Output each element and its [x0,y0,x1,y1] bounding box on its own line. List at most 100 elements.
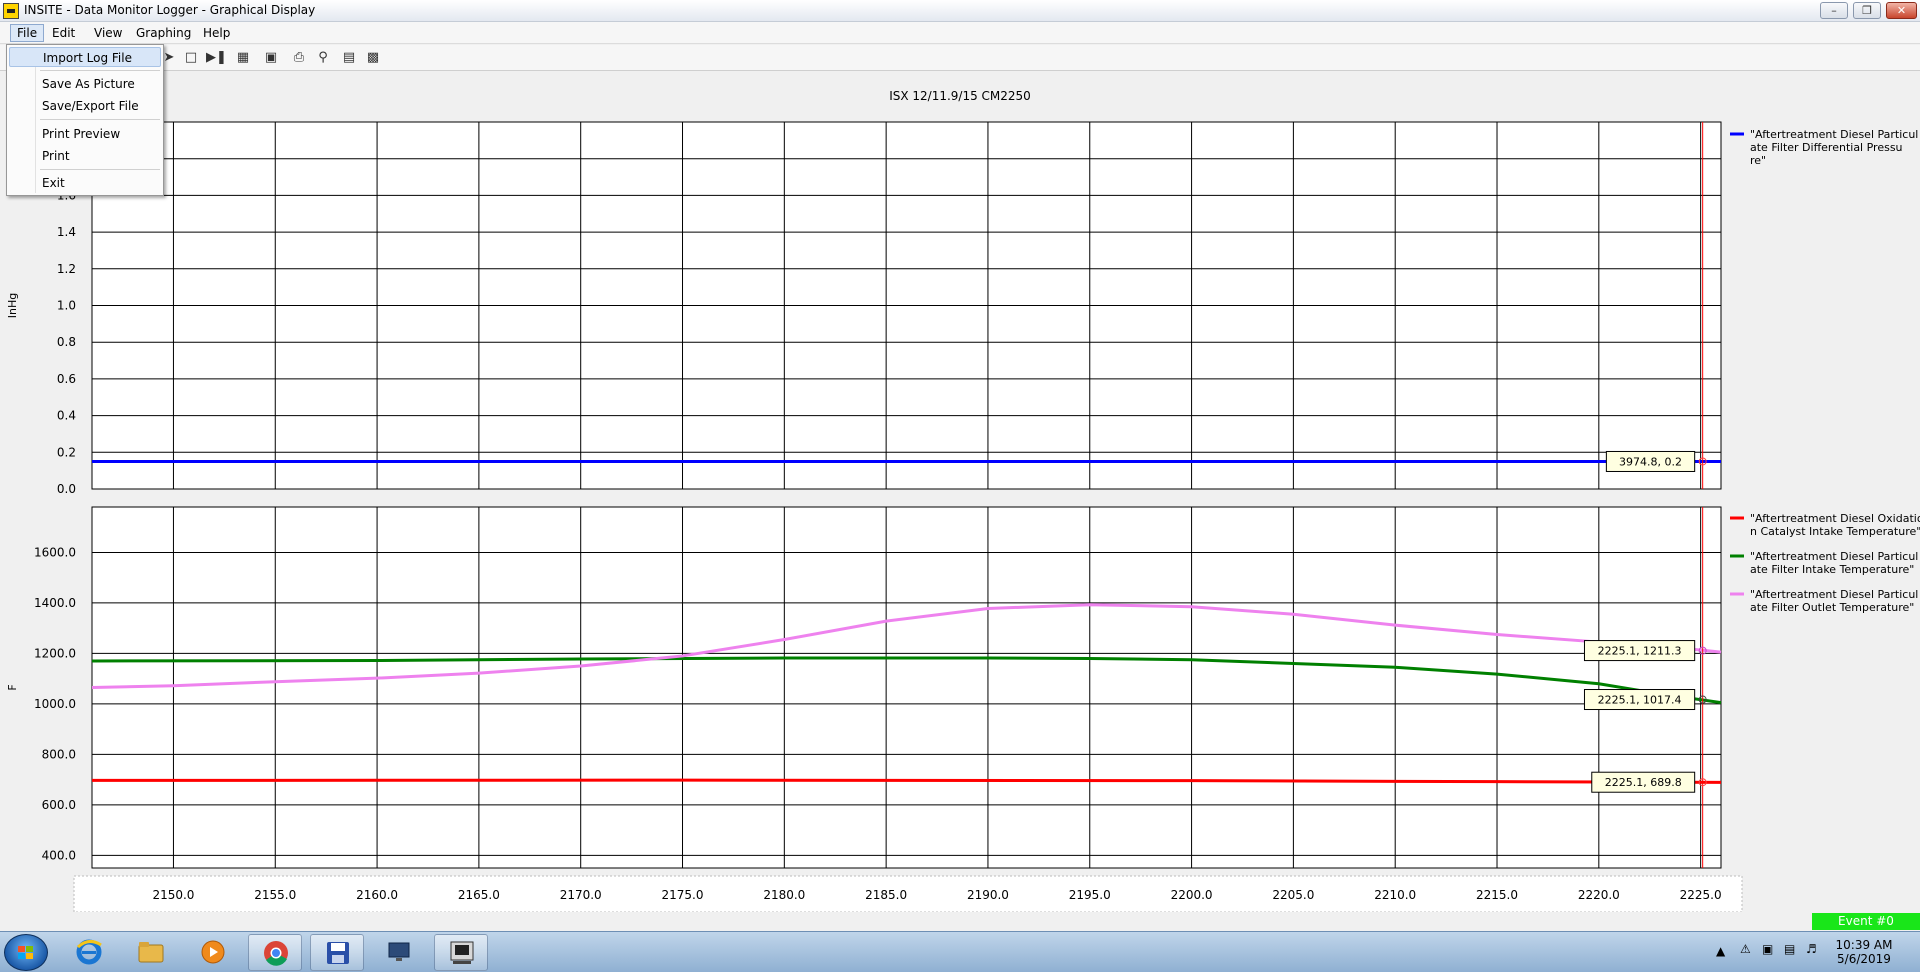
x-tick-label: 2190.0 [967,888,1009,902]
legend-doc-intake-temp-text: "Aftertreatment Diesel Oxidatio [1750,512,1920,525]
x-tick-label: 2170.0 [560,888,602,902]
windows-logo-icon [18,946,34,960]
file-menu-dropdown: Import Log File Save As Picture Save/Exp… [6,44,164,196]
legend-doc-intake-temp-text: n Catalyst Intake Temperature" [1750,525,1920,538]
chrome-icon [264,941,288,966]
print-icon[interactable]: ⎙ [290,49,308,67]
minimize-button[interactable]: – [1820,2,1848,19]
x-tick-label: 2225.0 [1680,888,1722,902]
close-button[interactable]: ✕ [1886,2,1917,19]
internet-explorer-icon [76,939,102,965]
menu-separator [40,169,160,170]
x-tick-label: 2180.0 [763,888,805,902]
menu-separator [40,70,160,71]
top-y-axis-label: InHg [6,293,19,318]
volume-icon[interactable]: ♬ [1806,942,1817,956]
menu-graphing[interactable]: Graphing [130,25,197,41]
device-icon[interactable]: ▣ [1762,942,1773,956]
insite-app-icon [450,941,474,964]
file-explorer-taskbar[interactable] [124,934,178,971]
x-tick-label: 2220.0 [1578,888,1620,902]
export-icon[interactable]: ▩ [364,49,382,67]
menu-view[interactable]: View [88,25,128,41]
menu-bar: File Edit View Graphing Help [0,22,1920,44]
bottom-y-tick-label: 1400.0 [34,596,76,610]
bottom-y-tick-label: 1200.0 [34,646,76,660]
toolbar: ➤ □ ▶❚ ▦ ▣ ⎙ ⚲ ▤ ▩ [0,45,1920,71]
save-export-file-item[interactable]: Save/Export File [9,96,161,116]
window-title: INSITE - Data Monitor Logger - Graphical… [24,3,316,17]
import-log-file-item[interactable]: Import Log File [9,47,161,67]
x-tick-label: 2210.0 [1374,888,1416,902]
print-item[interactable]: Print [9,146,161,166]
x-tick-label: 2150.0 [152,888,194,902]
doc-cursor-value-label: 2225.1, 689.8 [1605,776,1682,789]
save-icon[interactable]: ▣ [262,49,280,67]
network-blocked-icon[interactable]: ⚠ [1740,942,1751,956]
legend-dpf-differential-pressure-text: re" [1750,154,1766,167]
bottom-y-tick-label: 800.0 [42,747,76,761]
save-as-picture-item[interactable]: Save As Picture [9,74,161,94]
x-tick-label: 2155.0 [254,888,296,902]
folder-icon [138,942,164,963]
page-setup-icon[interactable]: ▤ [340,49,358,67]
top-y-tick-label: 1.2 [57,262,76,276]
start-button[interactable] [4,934,48,971]
x-tick-label: 2160.0 [356,888,398,902]
top-y-tick-label: 0.4 [57,409,76,423]
print-preview-icon[interactable]: ⚲ [314,49,332,67]
title-bar: INSITE - Data Monitor Logger - Graphical… [0,0,1920,22]
top-y-tick-label: 1.4 [57,225,76,239]
outlet-cursor-value-label: 2225.1, 1211.3 [1598,645,1682,658]
media-player-icon [201,940,225,964]
internet-explorer-taskbar[interactable] [62,934,116,971]
save-app-taskbar[interactable] [310,934,364,971]
clock-time: 10:39 AM [1835,938,1893,952]
x-tick-label: 2175.0 [662,888,704,902]
print-preview-item[interactable]: Print Preview [9,124,161,144]
legend-dpf-intake-temp-text: ate Filter Intake Temperature" [1750,563,1914,576]
taskbar-clock[interactable]: 10:39 AM 5/6/2019 [1826,938,1902,966]
x-tick-label: 2185.0 [865,888,907,902]
properties-icon[interactable]: ▦ [234,49,252,67]
x-tick-label: 2205.0 [1272,888,1314,902]
floppy-disk-icon [327,942,349,964]
menu-edit[interactable]: Edit [46,25,81,41]
maximize-button[interactable]: ❐ [1853,2,1881,19]
x-tick-label: 2200.0 [1171,888,1213,902]
graph-panel[interactable]: ISX 12/11.9/15 CM2250 2150.0 2155.0 2160.0 2… [0,72,1920,912]
chrome-taskbar[interactable] [248,934,302,971]
legend-dpf-outlet-temp-text: "Aftertreatment Diesel Particul [1750,588,1918,601]
menu-help[interactable]: Help [197,25,236,41]
insite-taskbar[interactable] [434,934,488,971]
chart-title: ISX 12/11.9/15 CM2250 [889,89,1031,103]
legend-dpf-differential-pressure-text: "Aftertreatment Diesel Particul [1750,128,1918,141]
monitor-icon [388,942,410,961]
top-y-tick-label: 0.2 [57,445,76,459]
taskbar: ▲ ⚠ ▣ ▤ ♬ 10:39 AM 5/6/2019 [0,931,1920,972]
app-icon[interactable] [3,3,19,19]
exit-item[interactable]: Exit [9,173,161,193]
bottom-y-tick-label: 1600.0 [34,545,76,559]
media-player-taskbar[interactable] [186,934,240,971]
menu-file[interactable]: File [10,24,45,42]
show-hidden-icons[interactable]: ▲ [1716,944,1725,958]
bottom-y-tick-label: 400.0 [42,848,76,862]
top-y-tick-label: 0.6 [57,372,76,386]
select-region-icon[interactable]: □ [182,49,200,67]
network-icon[interactable]: ▤ [1784,942,1795,956]
top-cursor-value-label: 3974.8, 0.2 [1619,455,1682,468]
menu-gutter [35,47,36,193]
cursor-split-icon[interactable]: ▶❚ [206,49,227,67]
bottom-y-tick-label: 1000.0 [34,697,76,711]
top-y-tick-label: 0.0 [57,482,76,496]
bottom-y-axis-label: F [6,684,19,690]
graph-canvas[interactable]: ISX 12/11.9/15 CM2250 2150.0 2155.0 2160.0 2… [0,72,1920,912]
top-y-tick-label: 1.0 [57,299,76,313]
legend-dpf-outlet-temp-text: ate Filter Outlet Temperature" [1750,601,1914,614]
desktop-taskbar[interactable] [372,934,426,971]
legend-dpf-intake-temp-text: "Aftertreatment Diesel Particul [1750,550,1918,563]
bottom-plot-area[interactable] [91,506,1722,869]
top-y-tick-label: 0.8 [57,335,76,349]
event-status: Event #0 [1812,913,1920,930]
